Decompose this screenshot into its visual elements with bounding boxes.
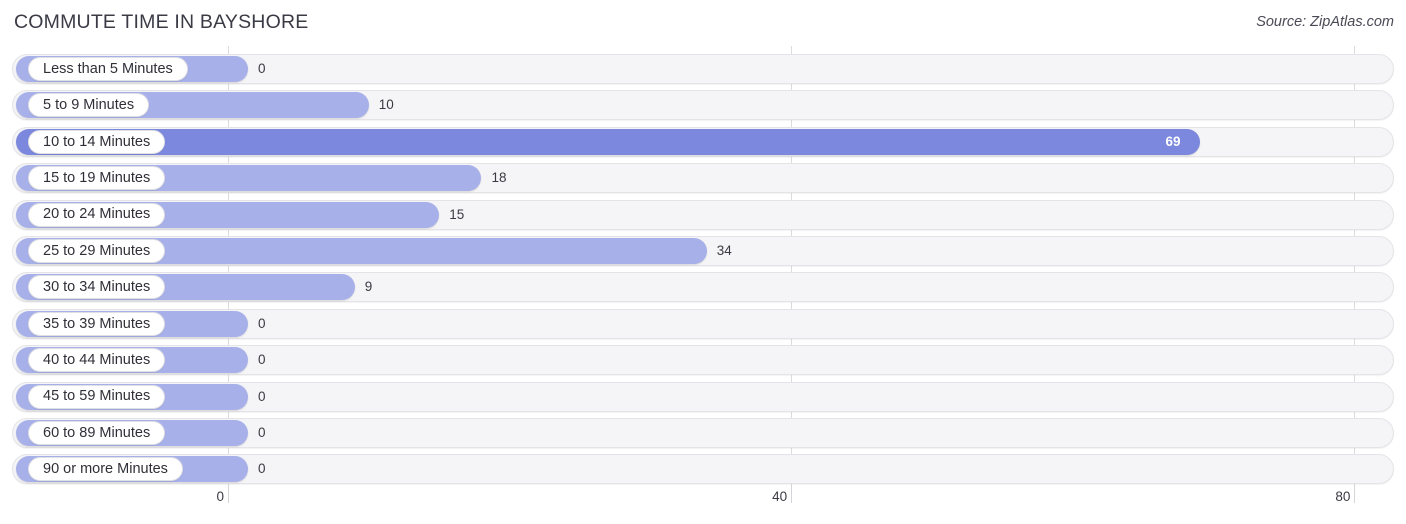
bar-category-label: 35 to 39 Minutes: [28, 311, 166, 336]
axis-tick-mark-40: [791, 485, 793, 503]
bar-fill[interactable]: [16, 128, 1200, 155]
axis-tick-label-0: 0: [216, 489, 224, 504]
bar-category-label: 25 to 29 Minutes: [28, 239, 166, 263]
bar-category-label: 10 to 14 Minutes: [28, 129, 166, 154]
bar-rows: Less than 5 Minutes 0 5 to 9 Minutes 10 10 t…: [0, 46, 1406, 485]
bar-category-label: 60 to 89 Minutes: [28, 421, 166, 445]
bar-value-label: 0: [258, 61, 266, 76]
table-row[interactable]: 45 to 59 Minutes 0: [0, 381, 1406, 412]
bar-value-label: 34: [716, 243, 732, 258]
table-row[interactable]: 90 or more Minutes 0: [0, 454, 1406, 485]
table-row[interactable]: 25 to 29 Minutes 34: [0, 236, 1406, 266]
table-row[interactable]: 40 to 44 Minutes 0: [0, 345, 1406, 376]
axis-tick-mark-0: [228, 485, 229, 503]
bar-category-label-text: 90 or more Minutes: [43, 461, 168, 478]
bar-value-label: 0: [258, 461, 266, 477]
bar-value-label: 0: [258, 352, 266, 368]
bar-value-label: 18: [491, 170, 507, 186]
bar-value-label: 9: [364, 279, 373, 295]
page-title: COMMUTE TIME IN BAYSHORE: [14, 11, 309, 33]
bar-category-label: 15 to 19 Minutes: [28, 166, 166, 191]
bar-value-label: 0: [258, 388, 266, 404]
bar-value-label: 69: [1165, 133, 1181, 149]
bar-value-label: 15: [449, 206, 465, 222]
bar-category-label: Less than 5 Minutes: [28, 57, 188, 81]
table-row[interactable]: 60 to 89 Minutes 0: [0, 418, 1406, 448]
table-row[interactable]: 5 to 9 Minutes 10: [0, 90, 1406, 121]
bar-value-label: 0: [258, 315, 266, 331]
table-row[interactable]: Less than 5 Minutes 0: [0, 54, 1406, 84]
bar-category-label-text: 45 to 59 Minutes: [43, 388, 151, 405]
table-row[interactable]: 10 to 14 Minutes 69: [0, 126, 1406, 157]
bar-category-label: 5 to 9 Minutes: [28, 93, 150, 118]
table-row[interactable]: 35 to 39 Minutes 0: [0, 308, 1406, 339]
axis-tick-label-80: 80: [1335, 489, 1351, 504]
bar-category-label: 45 to 59 Minutes: [28, 384, 166, 409]
bar-category-label-text: Less than 5 Minutes: [43, 60, 173, 77]
axis-tick-mark-80: [1354, 485, 1356, 503]
plot-area: Less than 5 Minutes 0 5 to 9 Minutes 10 10 t…: [0, 46, 1406, 485]
axis-tick-label-40: 40: [772, 489, 788, 504]
table-row[interactable]: 20 to 24 Minutes 15: [0, 199, 1406, 230]
table-row[interactable]: 30 to 34 Minutes 9: [0, 272, 1406, 303]
table-row[interactable]: 15 to 19 Minutes 18: [0, 163, 1406, 194]
bar-category-label: 30 to 34 Minutes: [28, 275, 166, 300]
bar-category-label-text: 60 to 89 Minutes: [43, 424, 151, 441]
bar-value-label: 0: [258, 425, 266, 440]
bar-category-label-text: 10 to 14 Minutes: [43, 133, 151, 150]
bar-value-label: 10: [378, 97, 394, 113]
bar-category-label: 40 to 44 Minutes: [28, 348, 166, 373]
bar-category-label-text: 5 to 9 Minutes: [43, 97, 135, 114]
bar-category-label-text: 35 to 39 Minutes: [43, 315, 151, 332]
x-axis: 0 40 80: [0, 485, 1406, 524]
bar-category-label-text: 40 to 44 Minutes: [43, 351, 151, 368]
bar-category-label-text: 20 to 24 Minutes: [43, 206, 151, 223]
bar-category-label-text: 15 to 19 Minutes: [43, 169, 151, 186]
bar-category-label: 20 to 24 Minutes: [28, 202, 166, 227]
source-attribution: Source: ZipAtlas.com: [1256, 14, 1394, 30]
bar-category-label: 90 or more Minutes: [28, 457, 183, 482]
chart-header: COMMUTE TIME IN BAYSHORE Source: ZipAtla…: [0, 0, 1406, 46]
bar-category-label-text: 25 to 29 Minutes: [43, 242, 151, 259]
bar-category-label-text: 30 to 34 Minutes: [43, 279, 151, 296]
